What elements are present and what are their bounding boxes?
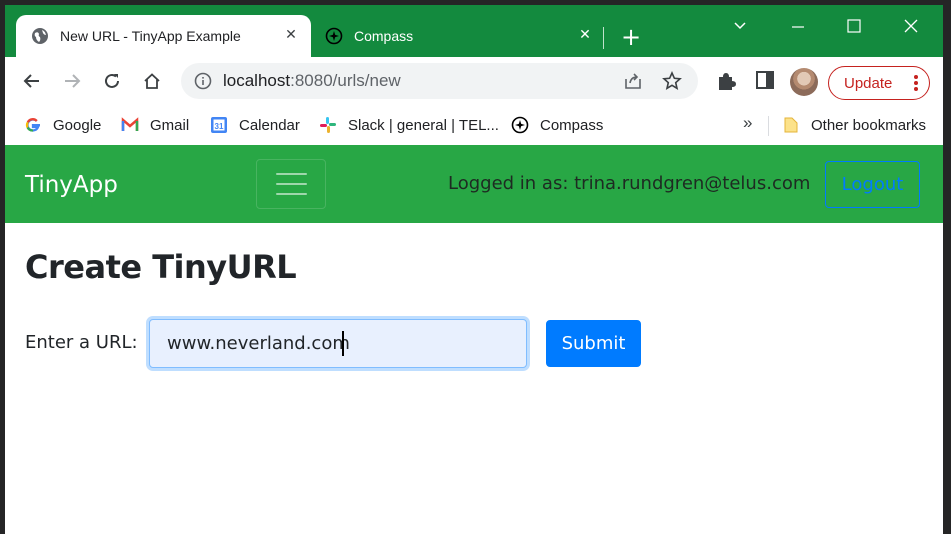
browser-toolbar: localhost:8080/urls/new Update xyxy=(5,57,943,106)
info-icon[interactable] xyxy=(194,72,212,90)
submit-button[interactable]: Submit xyxy=(546,320,641,367)
globe-icon xyxy=(32,28,48,44)
tab-title: New URL - TinyApp Example xyxy=(60,28,241,44)
bookmark-star-icon[interactable] xyxy=(662,71,682,91)
bookmark-label: Other bookmarks xyxy=(811,116,927,134)
bookmark-gmail[interactable]: Gmail xyxy=(121,114,189,136)
maximize-icon[interactable] xyxy=(839,11,869,41)
tab-search-chevron-icon[interactable] xyxy=(725,11,755,41)
calendar-icon: 31 xyxy=(211,117,227,133)
bookmark-label: Compass xyxy=(540,116,604,134)
forward-arrow-icon[interactable] xyxy=(58,67,86,95)
update-button[interactable]: Update xyxy=(828,66,930,100)
app-navbar: TinyApp Logged in as: trina.rundgren@tel… xyxy=(5,145,943,223)
extensions-puzzle-icon[interactable] xyxy=(715,70,737,92)
bookmark-slack[interactable]: Slack | general | TEL... xyxy=(319,114,499,136)
page-content: TinyApp Logged in as: trina.rundgren@tel… xyxy=(5,145,943,534)
brand-link[interactable]: TinyApp xyxy=(25,172,118,198)
bookmark-calendar[interactable]: 31 Calendar xyxy=(210,114,300,136)
hamburger-bar xyxy=(275,193,307,195)
tab-title: Compass xyxy=(354,28,414,44)
page-title: Create TinyURL xyxy=(25,248,297,286)
bookmark-label: Slack | general | TEL... xyxy=(348,116,499,134)
tab-compass[interactable]: Compass ✕ xyxy=(315,15,605,57)
side-panel-icon[interactable] xyxy=(755,70,775,90)
home-icon[interactable] xyxy=(138,67,166,95)
close-icon[interactable]: ✕ xyxy=(283,27,299,43)
logout-button[interactable]: Logout xyxy=(825,161,920,208)
more-vertical-icon[interactable] xyxy=(913,74,919,92)
share-icon[interactable] xyxy=(623,71,643,91)
reload-icon[interactable] xyxy=(98,67,126,95)
bookmarks-bar: Google Gmail 31 Calendar Slack | general… xyxy=(5,106,943,145)
compass-icon xyxy=(511,116,529,134)
google-icon xyxy=(25,118,40,132)
bookmark-label: Google xyxy=(53,116,102,134)
slack-icon xyxy=(320,117,336,133)
gmail-icon xyxy=(121,117,139,131)
folder-icon xyxy=(784,117,798,133)
new-tab-icon[interactable]: + xyxy=(619,25,643,50)
bookmark-compass[interactable]: Compass xyxy=(511,114,603,136)
tab-divider xyxy=(603,27,604,49)
bookmark-label: Calendar xyxy=(239,116,300,134)
bookmark-other[interactable]: Other bookmarks xyxy=(782,114,926,136)
hamburger-bar xyxy=(275,173,307,175)
close-icon[interactable]: ✕ xyxy=(577,27,593,43)
back-arrow-icon[interactable] xyxy=(18,67,46,95)
browser-window: New URL - TinyApp Example ✕ Compass ✕ + xyxy=(5,5,943,534)
update-label: Update xyxy=(844,74,893,92)
url-path: :8080/urls/new xyxy=(290,71,401,90)
svg-text:31: 31 xyxy=(215,122,224,131)
logged-in-text: Logged in as: trina.rundgren@telus.com xyxy=(448,173,811,194)
address-bar[interactable]: localhost:8080/urls/new xyxy=(181,63,698,99)
close-window-icon[interactable] xyxy=(896,11,926,41)
minimize-icon[interactable] xyxy=(783,11,813,41)
text-cursor xyxy=(342,331,344,356)
bookmarks-divider xyxy=(768,116,769,136)
url-input[interactable] xyxy=(149,319,527,368)
url-field-label: Enter a URL: xyxy=(25,332,138,353)
tab-new-url[interactable]: New URL - TinyApp Example ✕ xyxy=(16,15,311,57)
address-url[interactable]: localhost:8080/urls/new xyxy=(223,71,401,91)
bookmarks-overflow-chevron[interactable]: » xyxy=(743,113,752,133)
hamburger-menu-icon[interactable] xyxy=(256,159,326,209)
tab-bar: New URL - TinyApp Example ✕ Compass ✕ + xyxy=(5,5,943,57)
bookmark-label: Gmail xyxy=(150,116,190,134)
url-host: localhost xyxy=(223,71,291,90)
profile-avatar[interactable] xyxy=(790,68,818,96)
compass-icon xyxy=(325,27,343,45)
hamburger-bar xyxy=(275,183,307,185)
bookmark-google[interactable]: Google xyxy=(24,114,101,136)
